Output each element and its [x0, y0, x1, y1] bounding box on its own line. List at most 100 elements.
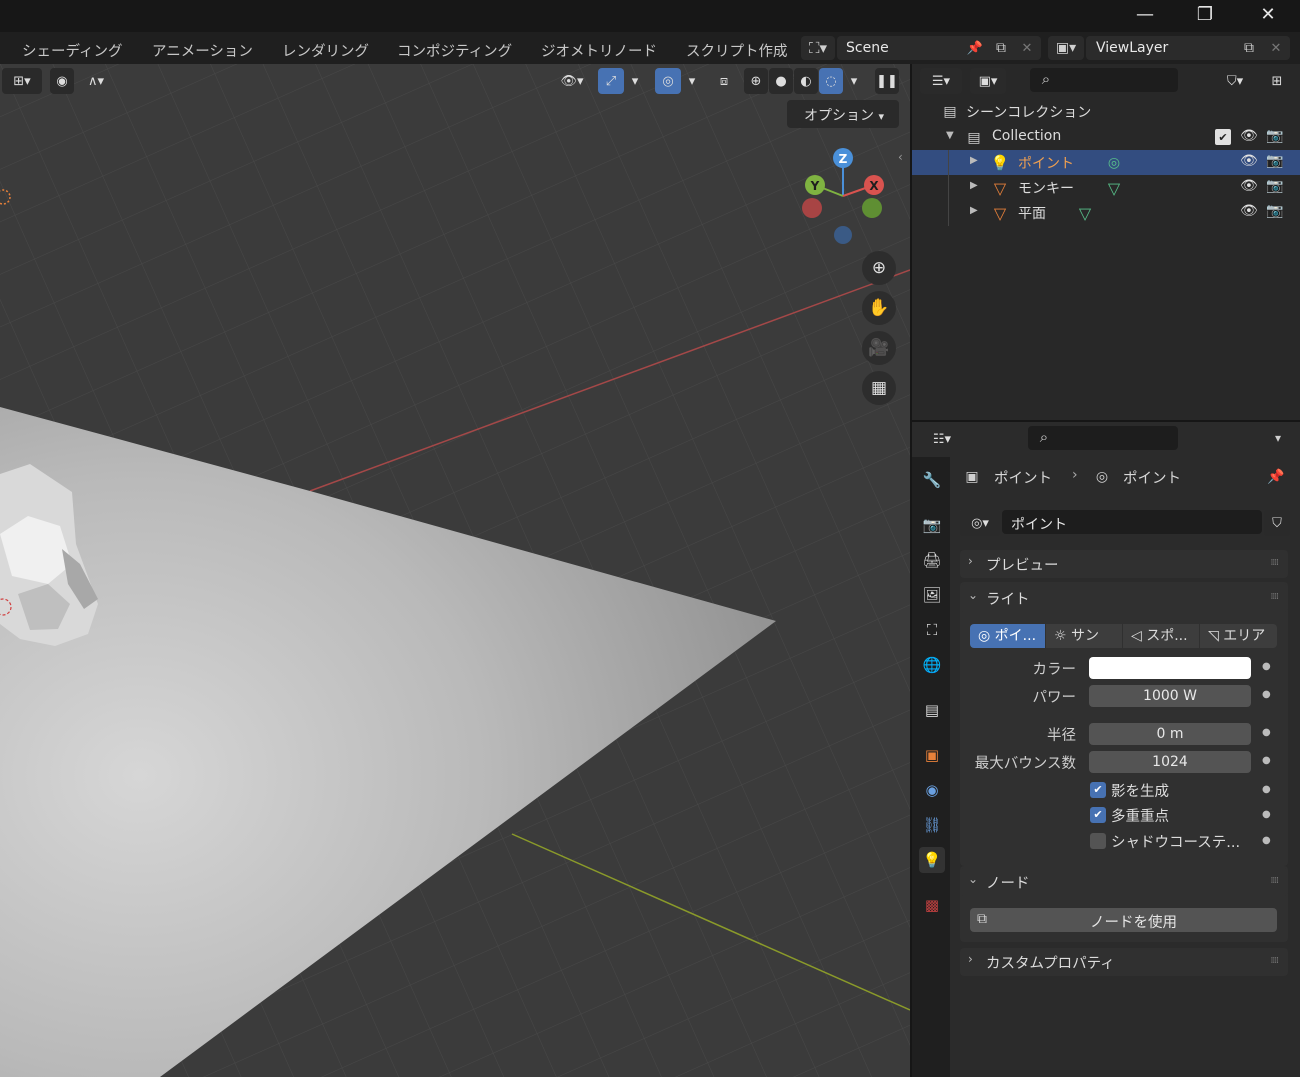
eye-icon[interactable]: 👁: [1240, 203, 1258, 219]
xray-button[interactable]: ⧈: [712, 68, 736, 94]
view-layer-selector-button[interactable]: ▣▾: [1048, 36, 1084, 60]
eye-icon[interactable]: 👁: [1240, 178, 1258, 194]
sidebar-collapse-icon[interactable]: ‹: [898, 150, 903, 164]
fake-user-button[interactable]: ⛉: [1264, 510, 1290, 536]
keyframe-dot-icon[interactable]: ●: [1262, 755, 1271, 766]
perspective-toggle-button[interactable]: ▦: [862, 371, 896, 405]
shading-dropdown[interactable]: ▾: [845, 68, 863, 94]
nodes-panel-header[interactable]: ⌄ ノード ⁞⁞⁞⁞: [960, 868, 1288, 896]
maximize-button[interactable]: ❐: [1182, 0, 1228, 32]
scene-selector-button[interactable]: ⛶▾: [801, 36, 835, 60]
scene-name-field[interactable]: Scene 📌 ⧉ ✕: [837, 36, 1041, 60]
tab-rendering[interactable]: レンダリング: [282, 40, 369, 61]
navigation-gizmo[interactable]: Z Y X: [795, 144, 895, 254]
expand-triangle-icon[interactable]: ▶: [970, 180, 978, 191]
close-scene-icon[interactable]: ✕: [1017, 38, 1037, 58]
duplicate-view-layer-icon[interactable]: ⧉: [1239, 38, 1259, 58]
pin-icon[interactable]: 📌: [965, 38, 985, 58]
tab-view-layer[interactable]: 🖼: [919, 582, 945, 608]
camera-icon[interactable]: 📷: [1266, 128, 1283, 144]
wireframe-shading-button[interactable]: ⊕: [744, 68, 768, 94]
gizmo-toggle-button[interactable]: ⤢: [598, 68, 624, 94]
properties-editor-type-button[interactable]: ☷▾: [924, 426, 960, 452]
keyframe-dot-icon[interactable]: ●: [1262, 835, 1271, 846]
eye-icon[interactable]: 👁: [1240, 153, 1258, 169]
tab-geometry-nodes[interactable]: ジオメトリノード: [541, 40, 657, 61]
filter-button[interactable]: ⛉▾: [1216, 68, 1254, 94]
tab-texture[interactable]: ▩: [919, 892, 945, 918]
outliner-item-plane[interactable]: ▶ ▽ 平面 ▽ 👁 📷: [912, 200, 1300, 225]
tab-output[interactable]: 🖨: [919, 547, 945, 573]
outliner-search-input[interactable]: ⌕: [1030, 68, 1178, 92]
light-datablock-browse[interactable]: ◎▾: [960, 510, 1000, 536]
light-panel-header[interactable]: ⌄ ライト ⁞⁞⁞⁞: [960, 584, 1288, 612]
chevron-down-icon[interactable]: ▾: [1268, 428, 1288, 448]
outliner-editor-type-button[interactable]: ☰▾: [920, 68, 962, 94]
outliner-item-point[interactable]: ▶ 💡 ポイント ◎ 👁 📷: [912, 150, 1300, 175]
tab-physics[interactable]: ◉: [919, 777, 945, 803]
camera-view-button[interactable]: 🎥: [862, 331, 896, 365]
3d-viewport[interactable]: ⊞▾ ◉ ∧▾ 👁▾ ⤢ ▾ ◎ ▾ ⧈ ⊕ ● ◐ ◌ ▾ ❚❚ オプション …: [0, 64, 910, 1077]
tab-tool[interactable]: 🔧: [919, 467, 945, 493]
expand-triangle-icon[interactable]: ▶: [970, 205, 978, 216]
tab-scene[interactable]: ⛶: [919, 617, 945, 643]
solid-shading-button[interactable]: ●: [769, 68, 793, 94]
properties-search-input[interactable]: ⌕: [1028, 426, 1178, 450]
light-type-point[interactable]: ◎ ポイ...: [970, 624, 1045, 648]
cast-shadow-checkbox[interactable]: ✔: [1090, 782, 1106, 798]
keyframe-dot-icon[interactable]: ●: [1262, 727, 1271, 738]
collapse-triangle-icon[interactable]: ▼: [946, 130, 954, 141]
zoom-button[interactable]: ⊕: [862, 251, 896, 285]
drag-grip-icon[interactable]: ⁞⁞⁞⁞: [1271, 876, 1280, 886]
drag-grip-icon[interactable]: ⁞⁞⁞⁞: [1271, 956, 1280, 966]
overlay-dropdown[interactable]: ▾: [683, 68, 701, 94]
shadow-caustics-checkbox[interactable]: [1090, 833, 1106, 849]
keyframe-dot-icon[interactable]: ●: [1262, 689, 1271, 700]
expand-triangle-icon[interactable]: ▶: [970, 155, 978, 166]
outliner-item-monkey[interactable]: ▶ ▽ モンキー ▽ 👁 📷: [912, 175, 1300, 200]
tab-light-data[interactable]: 💡: [919, 847, 945, 873]
pan-button[interactable]: ✋: [862, 291, 896, 325]
keyframe-dot-icon[interactable]: ●: [1262, 809, 1271, 820]
scene-collection-row[interactable]: ▤ シーンコレクション: [912, 99, 1300, 124]
visibility-button[interactable]: 👁▾: [552, 68, 592, 94]
radius-field[interactable]: 0 m: [1089, 723, 1251, 745]
color-swatch[interactable]: [1089, 657, 1251, 679]
power-field[interactable]: 1000 W: [1089, 685, 1251, 707]
minimize-button[interactable]: —: [1122, 0, 1168, 32]
max-bounces-field[interactable]: 1024: [1089, 751, 1251, 773]
area-divider-vertical[interactable]: [910, 64, 912, 1077]
tab-collection[interactable]: ▤: [919, 697, 945, 723]
light-type-sun[interactable]: ☼ サン: [1046, 624, 1122, 648]
close-window-button[interactable]: ✕: [1245, 0, 1291, 32]
tab-render[interactable]: 📷: [919, 512, 945, 538]
collection-row[interactable]: ▼ ▤ Collection ✔ 👁 📷: [912, 125, 1300, 150]
light-type-spot[interactable]: ◁ スポ...: [1123, 624, 1199, 648]
overlay-toggle-button[interactable]: ◎: [655, 68, 681, 94]
tab-scripting[interactable]: スクリプト作成: [686, 40, 788, 61]
proportional-edit-button[interactable]: ◉: [50, 68, 74, 94]
options-dropdown[interactable]: オプション ▾: [787, 100, 899, 128]
eye-icon[interactable]: 👁: [1240, 128, 1258, 144]
pin-icon[interactable]: 📌: [1266, 467, 1286, 487]
tab-shading[interactable]: シェーディング: [22, 40, 122, 61]
drag-grip-icon[interactable]: ⁞⁞⁞⁞: [1271, 592, 1280, 602]
multiple-importance-checkbox[interactable]: ✔: [1090, 807, 1106, 823]
editor-type-button[interactable]: ⊞▾: [2, 68, 42, 94]
duplicate-scene-icon[interactable]: ⧉: [991, 38, 1011, 58]
keyframe-dot-icon[interactable]: ●: [1262, 661, 1271, 672]
area-divider-horizontal[interactable]: [912, 420, 1300, 422]
camera-icon[interactable]: 📷: [1266, 178, 1283, 194]
tab-animation[interactable]: アニメーション: [152, 40, 253, 61]
drag-grip-icon[interactable]: ⁞⁞⁞⁞: [1271, 558, 1280, 568]
keyframe-dot-icon[interactable]: ●: [1262, 784, 1271, 795]
custom-properties-panel-header[interactable]: › カスタムプロパティ ⁞⁞⁞⁞: [960, 948, 1288, 976]
material-shading-button[interactable]: ◐: [794, 68, 818, 94]
gizmo-dropdown[interactable]: ▾: [626, 68, 644, 94]
use-nodes-button[interactable]: ⧉ ノードを使用: [970, 908, 1277, 932]
camera-icon[interactable]: 📷: [1266, 153, 1283, 169]
view-layer-field[interactable]: ViewLayer ⧉ ✕: [1086, 36, 1290, 60]
collection-exclude-checkbox[interactable]: ✔: [1215, 129, 1231, 145]
falloff-button[interactable]: ∧▾: [78, 68, 114, 94]
preview-panel-header[interactable]: › プレビュー ⁞⁞⁞⁞: [960, 550, 1288, 578]
